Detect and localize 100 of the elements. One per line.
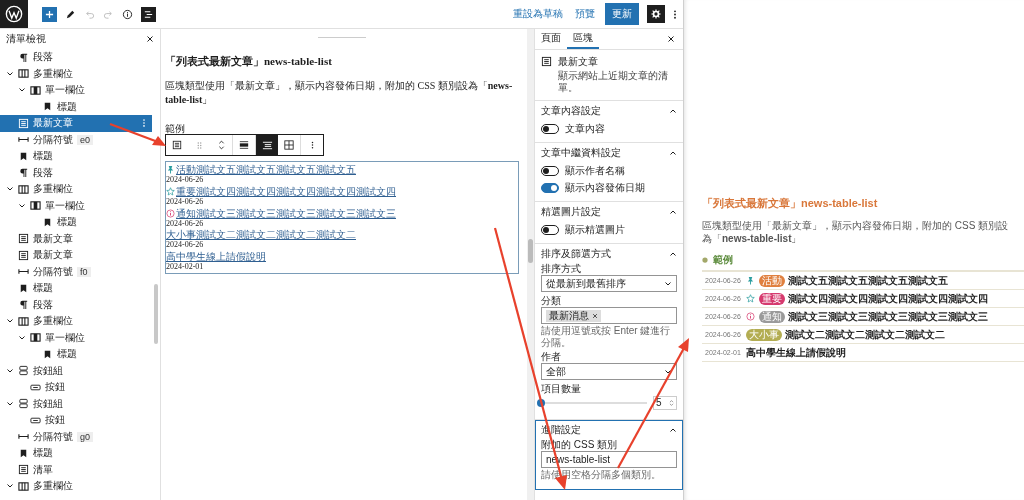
example-label: 範例 <box>713 253 733 267</box>
scrollbar[interactable] <box>528 239 533 263</box>
list-view-item[interactable]: 標題 <box>0 148 152 165</box>
list-view-item[interactable]: 分隔符號 g0 <box>0 428 152 445</box>
post-link[interactable]: 高中學生線上請假說明 <box>166 250 518 264</box>
number-field[interactable]: 5 <box>653 396 677 410</box>
block-name: 單一欄位 <box>45 330 85 345</box>
list-view-item[interactable]: 多重欄位 <box>0 478 152 495</box>
close-icon[interactable] <box>667 35 675 43</box>
list-view-item[interactable]: 分隔符號 f0 <box>0 263 152 280</box>
align-icon[interactable] <box>239 140 249 150</box>
post-link[interactable]: 測試文二測試文二測試文二測試文二 <box>784 327 945 342</box>
scrollbar[interactable] <box>154 284 158 344</box>
post-date: 2024-06-26 <box>166 241 205 251</box>
list-view-item[interactable]: 多重欄位 <box>0 313 152 330</box>
token-field[interactable]: 最新消息 <box>541 307 677 324</box>
post-link[interactable]: 通知測試文三測試文三測試文三測試文三測試文三 <box>166 206 518 220</box>
sidebar-tab[interactable]: 頁面 <box>535 29 567 49</box>
post-link[interactable]: 測試文四測試文四測試文四測試文四測試文四 <box>787 291 988 306</box>
settings-icon[interactable] <box>651 9 661 19</box>
close-icon[interactable] <box>146 35 154 43</box>
block-name: 多重欄位 <box>33 66 73 81</box>
list-view-item[interactable]: 標題 <box>0 346 152 363</box>
sidebar-tab[interactable]: 區塊 <box>567 29 599 49</box>
list-view-icon[interactable] <box>261 139 273 151</box>
chevron-down-icon[interactable] <box>6 399 14 408</box>
list-view-item[interactable]: 按鈕組 <box>0 395 152 412</box>
list-view-item[interactable]: 標題 <box>0 214 152 231</box>
more-options-icon[interactable] <box>673 8 677 20</box>
list-view-item[interactable]: 分隔符號 e0 <box>0 131 152 148</box>
category-token[interactable]: 最新消息 <box>546 309 601 322</box>
toggle-switch[interactable] <box>541 182 559 193</box>
info-icon[interactable] <box>122 8 133 20</box>
list-view-item[interactable]: 單一欄位 <box>0 82 152 99</box>
list-view-item[interactable]: 單一欄位 <box>0 329 152 346</box>
select-field[interactable]: 從最新到最舊排序 <box>541 275 677 292</box>
chevron-down-icon[interactable] <box>18 333 26 342</box>
list-view-item[interactable]: 清單 <box>0 461 152 478</box>
toolbar-link[interactable]: 預覽 <box>573 7 597 21</box>
block-name: 按鈕組 <box>33 363 63 378</box>
post-link[interactable]: 高中學生線上請假說明 <box>745 345 846 360</box>
block-name: 段落 <box>33 50 53 65</box>
list-icon[interactable] <box>172 140 182 150</box>
block-name: 標題 <box>33 281 53 296</box>
list-view-item[interactable]: 多重欄位 <box>0 65 152 82</box>
bookmark-icon <box>18 282 29 294</box>
more-options-icon[interactable] <box>310 140 314 150</box>
list-view-item[interactable]: 按鈕 <box>0 412 152 429</box>
update-button[interactable]: 更新 <box>605 3 639 25</box>
list-view-item[interactable]: 段落 <box>0 164 152 181</box>
help-text: 請使用逗號或按 Enter 鍵進行分隔。 <box>541 325 672 348</box>
post-heading: 「列表式最新文章」news-table-list <box>702 196 879 211</box>
block-name: 按鈕組 <box>33 396 63 411</box>
toolbar-link[interactable]: 重設為草稿 <box>511 7 565 21</box>
drag-handle-icon[interactable] <box>196 140 202 150</box>
block-name: 單一欄位 <box>45 83 85 98</box>
chevron-down-icon[interactable] <box>18 201 26 210</box>
chevron-down-icon[interactable] <box>6 366 14 375</box>
list-view-item[interactable]: 多重欄位 <box>0 181 152 198</box>
post-link[interactable]: 大小事測試文二測試文二測試文二測試文二 <box>166 228 518 242</box>
chevron-down-icon[interactable] <box>664 279 672 288</box>
list-view-item[interactable]: 按鈕 <box>0 379 152 396</box>
bookmark-icon <box>18 150 29 162</box>
list-view-item[interactable]: 段落 <box>0 49 152 66</box>
list-view-item[interactable]: 標題 <box>0 445 152 462</box>
move-up-down-icon[interactable] <box>217 139 225 151</box>
post-link[interactable]: 重要測試文四測試文四測試文四測試文四測試文四 <box>166 184 518 198</box>
slider-thumb[interactable] <box>537 399 545 407</box>
post-link[interactable]: 測試文三測試文三測試文三測試文三測試文三 <box>787 309 988 324</box>
block-name: 按鈕 <box>45 413 65 428</box>
pencil-icon[interactable] <box>65 8 76 20</box>
list-view-item[interactable]: 最新文章 <box>0 230 152 247</box>
list-view-item[interactable]: 標題 <box>0 280 152 297</box>
grid-view-icon[interactable] <box>284 140 294 150</box>
list-view-item[interactable]: 段落 <box>0 296 152 313</box>
list-view-item[interactable]: 最新文章 <box>0 115 152 132</box>
annotation-arrow <box>109 122 166 146</box>
bookmark-icon <box>42 216 53 228</box>
settings-button[interactable] <box>647 5 665 23</box>
block-name: 按鈕 <box>45 380 65 395</box>
post-date: 2024-06-26 <box>166 219 204 229</box>
list-icon <box>18 233 29 245</box>
post-date: 2024-06-26 <box>166 197 204 207</box>
post-link[interactable]: 測試文五測試文五測試文五測試文五 <box>787 273 948 288</box>
close-icon[interactable] <box>592 312 598 319</box>
list-icon <box>18 464 29 476</box>
block-title: 最新文章 <box>558 56 599 68</box>
list-view-item[interactable]: 單一欄位 <box>0 197 152 214</box>
list-view-item[interactable]: 標題 <box>0 98 152 115</box>
columns-icon <box>18 183 29 195</box>
chevron-down-icon[interactable] <box>6 69 14 78</box>
bookmark-icon <box>42 101 53 113</box>
post-paragraph: 區塊類型使用「最新文章」，顯示內容發佈日期，附加的 CSS 類別設為「news-table-list」 <box>165 79 514 107</box>
chevron-down-icon[interactable] <box>664 367 672 376</box>
wordpress-logo[interactable] <box>0 0 28 28</box>
list-view-item[interactable]: 按鈕組 <box>0 362 152 379</box>
post-link[interactable]: 活動測試文五測試文五測試文五測試文五 <box>166 163 518 176</box>
list-view-item[interactable]: 最新文章 <box>0 247 152 264</box>
block-name: 標題 <box>57 347 77 362</box>
select-field[interactable]: 全部 <box>541 363 677 380</box>
